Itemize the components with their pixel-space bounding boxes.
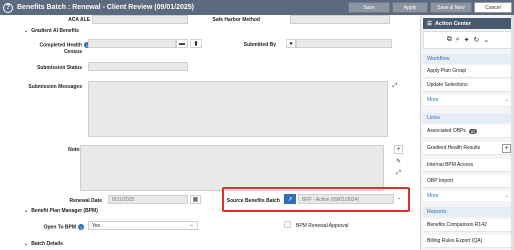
gradient-health-label: Gradient Health Results bbox=[427, 145, 481, 151]
census-label: Census bbox=[63, 49, 82, 55]
links-item-internal-bpm[interactable]: Internal BPM Access bbox=[423, 159, 513, 172]
bpm-section-header[interactable]: ⌄ Benefit Plan Manager (BPM) bbox=[24, 208, 98, 214]
reports-item-benefits-comparison[interactable]: Benefits Comparison R142 bbox=[423, 219, 513, 232]
pin-icon[interactable]: ✦ bbox=[464, 36, 470, 44]
save-button[interactable]: Save bbox=[348, 2, 390, 13]
submitted-by-field[interactable] bbox=[296, 39, 392, 48]
aca-ale-field[interactable] bbox=[92, 15, 188, 24]
expand-icon[interactable]: ⤢ bbox=[390, 81, 400, 91]
copy-icon[interactable]: ⧉ bbox=[447, 36, 452, 44]
reports-item-billing-rules[interactable]: Billing Rules Export (QA) bbox=[423, 235, 513, 248]
links-more-label: More bbox=[427, 193, 439, 199]
main-form: ACA ALE Safe Harbor Method ⌄ Gradient AI … bbox=[4, 15, 416, 250]
apply-button[interactable]: Apply bbox=[392, 2, 428, 13]
completed-health-field[interactable] bbox=[88, 39, 176, 48]
submitted-by-label: Submitted By bbox=[243, 42, 276, 48]
workflow-section[interactable]: Workflow bbox=[423, 54, 513, 64]
user-icon: ● bbox=[286, 39, 296, 48]
add-icon[interactable]: + bbox=[502, 143, 511, 153]
expand-icon[interactable]: ⤢ bbox=[394, 169, 403, 178]
aca-ale-label: ACA ALE bbox=[68, 17, 90, 23]
open-to-bpm-value: Yes bbox=[92, 223, 101, 229]
chevron-down-icon: ⌄ bbox=[504, 97, 509, 103]
chevron-down-icon[interactable]: ⌄ bbox=[397, 195, 401, 201]
submission-messages-textarea[interactable] bbox=[88, 81, 388, 137]
associated-obps-label: Associated OBPs bbox=[427, 128, 466, 134]
submission-status-label: Submission Status bbox=[36, 65, 82, 71]
title-bar: ? Benefits Batch : Renewal - Client Revi… bbox=[0, 0, 514, 15]
trash-icon[interactable]: ▮ bbox=[190, 39, 202, 48]
add-icon[interactable]: + bbox=[394, 145, 403, 154]
source-batch-label: Source Benefits Batch bbox=[226, 198, 280, 204]
action-center-header: ☰ Action Center bbox=[423, 18, 513, 29]
safe-harbor-label: Safe Harbor Method bbox=[212, 17, 260, 23]
bpm-section-title: Benefit Plan Manager (BPM) bbox=[31, 208, 98, 214]
open-to-bpm-label: Open To BPM i bbox=[30, 224, 84, 230]
help-icon[interactable]: ? bbox=[3, 2, 13, 13]
cancel-button[interactable]: Cancel bbox=[474, 2, 512, 13]
renewal-date-field[interactable]: 8/31/2025 bbox=[108, 195, 188, 204]
chevron-down-icon: ⌄ bbox=[24, 241, 29, 247]
chevron-down-icon: ⌄ bbox=[189, 222, 194, 228]
submission-status-field bbox=[88, 62, 188, 71]
chevron-down-icon: ⌄ bbox=[24, 28, 29, 34]
edit-icon[interactable]: ✎ bbox=[394, 157, 403, 166]
completed-health-text: Completed Health bbox=[39, 42, 82, 49]
save-new-button[interactable]: Save & New bbox=[430, 2, 472, 13]
bpm-renewal-checkbox[interactable] bbox=[284, 221, 291, 228]
safe-harbor-field[interactable] bbox=[290, 15, 390, 24]
open-to-bpm-text: Open To BPM bbox=[43, 224, 76, 231]
workflow-more-label: More bbox=[427, 97, 439, 103]
notes-label: Notes bbox=[68, 147, 82, 153]
notes-textarea[interactable] bbox=[80, 145, 384, 191]
links-item-gradient-health[interactable]: Gradient Health Results + bbox=[423, 142, 513, 155]
chevron-down-icon[interactable]: ⌄ bbox=[483, 36, 489, 44]
source-batch-value: BFP - Active (09/01/2024) bbox=[302, 197, 360, 203]
workflow-more[interactable]: More ⌄ bbox=[423, 95, 513, 105]
info-icon: i bbox=[78, 224, 84, 230]
workflow-item-update-selections[interactable]: Update Selections bbox=[423, 79, 513, 92]
renewal-date-value: 8/31/2025 bbox=[112, 197, 135, 203]
renewal-date-label: Renewal Date bbox=[69, 198, 102, 204]
action-center-toolbar: ⧉ ⌕ ✦ ↻ ⌄ bbox=[423, 31, 513, 49]
source-batch-field[interactable]: BFP - Active (09/01/2024) bbox=[298, 194, 394, 204]
count-badge: 83 bbox=[468, 128, 478, 134]
gradient-section-title: Gradient AI Benefits bbox=[31, 28, 80, 34]
links-section[interactable]: Links bbox=[423, 113, 513, 123]
gradient-section-header[interactable]: ⌄ Gradient AI Benefits bbox=[24, 28, 79, 34]
window-title: Benefits Batch : Renewal - Client Review… bbox=[17, 4, 195, 11]
menu-icon: ☰ bbox=[427, 20, 432, 27]
submission-messages-label: Submission Messages bbox=[28, 84, 82, 90]
chevron-down-icon: ⌄ bbox=[504, 193, 509, 199]
reports-section[interactable]: Reports bbox=[423, 207, 513, 217]
action-center-title: Action Center bbox=[434, 20, 471, 27]
links-item-obp-import[interactable]: OBP Import bbox=[423, 175, 513, 188]
batch-details-section-title: Batch Details bbox=[31, 241, 63, 247]
refresh-icon[interactable]: ↻ bbox=[474, 36, 480, 44]
search-icon[interactable]: ⌕ bbox=[456, 36, 460, 44]
open-to-bpm-select[interactable]: Yes ⌄ bbox=[88, 221, 198, 230]
calendar-icon[interactable]: ▦ bbox=[190, 195, 201, 204]
links-item-associated-obps[interactable]: Associated OBPs 83 bbox=[423, 125, 513, 138]
links-more[interactable]: More ⌄ bbox=[423, 191, 513, 201]
batch-details-section-header[interactable]: ⌄ Batch Details bbox=[24, 241, 63, 247]
bpm-renewal-label: BPM Renewal Approval bbox=[296, 223, 349, 229]
chevron-down-icon: ⌄ bbox=[24, 208, 29, 214]
action-center: ☰ Action Center ⧉ ⌕ ✦ ↻ ⌄ Workflow Apply… bbox=[420, 15, 514, 250]
completed-health-label: Completed Health i bbox=[24, 42, 90, 48]
workflow-item-apply-plan-group[interactable]: Apply Plan Group bbox=[423, 65, 513, 78]
link-icon[interactable]: ↗ bbox=[284, 194, 296, 204]
folder-icon[interactable]: ▬ bbox=[176, 39, 188, 48]
